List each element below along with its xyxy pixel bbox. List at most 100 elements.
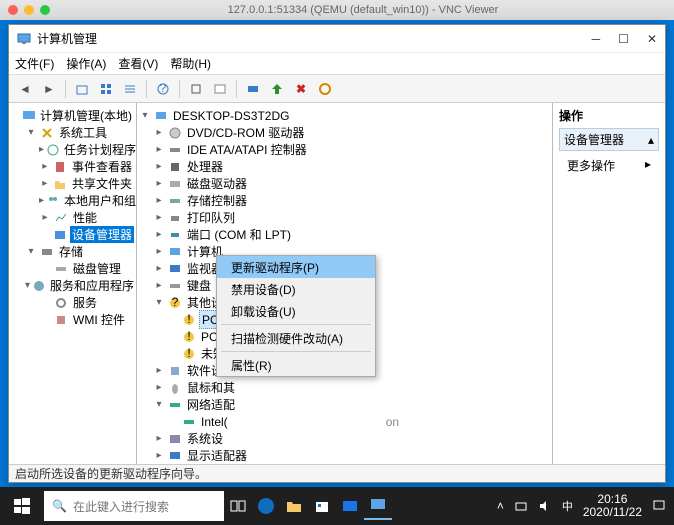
- close-icon[interactable]: [8, 5, 18, 15]
- windows-logo-icon: [14, 498, 30, 514]
- forward-button[interactable]: ►: [39, 79, 59, 99]
- vnc-titlebar: 127.0.0.1:51334 (QEMU (default_win10)) -…: [0, 0, 674, 20]
- menu-uninstall-device[interactable]: 卸载设备(U): [217, 300, 375, 322]
- tree-task-scheduler[interactable]: 任务计划程序: [62, 141, 137, 158]
- menu-file[interactable]: 文件(F): [15, 55, 54, 72]
- properties-button[interactable]: [210, 79, 230, 99]
- svg-text:!: !: [187, 347, 190, 360]
- actions-section[interactable]: 设备管理器▴: [559, 128, 659, 151]
- menu-action[interactable]: 操作(A): [66, 55, 106, 72]
- tree-performance[interactable]: 性能: [71, 209, 99, 226]
- cpu-icon: [167, 159, 183, 175]
- more-actions[interactable]: 更多操作▸: [559, 155, 659, 176]
- maximize-button[interactable]: ☐: [618, 32, 629, 46]
- up-button[interactable]: [72, 79, 92, 99]
- tree-disk-management[interactable]: 磁盘管理: [71, 260, 123, 277]
- device-keyboard[interactable]: 键盘: [185, 277, 213, 294]
- device-dvd[interactable]: DVD/CD-ROM 驱动器: [185, 124, 306, 141]
- zoom-icon[interactable]: [40, 5, 50, 15]
- collapse-icon[interactable]: ▴: [648, 133, 654, 147]
- menu-properties[interactable]: 属性(R): [217, 354, 375, 376]
- uninstall-button[interactable]: ✖: [291, 79, 311, 99]
- folder-icon: [53, 176, 68, 192]
- menu-update-driver[interactable]: 更新驱动程序(P): [217, 256, 375, 278]
- tray-chevron-icon[interactable]: ˄: [497, 499, 504, 513]
- volume-icon[interactable]: [538, 499, 552, 513]
- unknown-device-icon: !: [181, 346, 197, 362]
- tree-event-viewer[interactable]: 事件查看器: [70, 158, 134, 175]
- unknown-device-icon: !: [181, 329, 197, 345]
- list-button[interactable]: [120, 79, 140, 99]
- menu-scan-hardware[interactable]: 扫描检测硬件改动(A): [217, 327, 375, 349]
- device-disk[interactable]: 磁盘驱动器: [185, 175, 249, 192]
- clock[interactable]: 20:16 2020/11/22: [583, 493, 642, 519]
- task-view-button[interactable]: [224, 492, 252, 520]
- software-icon: [167, 363, 183, 379]
- device-mouse[interactable]: 鼠标和其: [185, 379, 237, 396]
- tree-storage[interactable]: 存储: [57, 243, 85, 260]
- menu-disable-device[interactable]: 禁用设备(D): [217, 278, 375, 300]
- taskbar-search[interactable]: 🔍 在此键入进行搜索: [44, 491, 224, 521]
- minimize-button[interactable]: ─: [592, 32, 601, 46]
- tree-services[interactable]: 服务: [71, 294, 99, 311]
- disk-icon: [53, 261, 69, 277]
- gear-icon: [53, 295, 69, 311]
- device-icon: [53, 227, 68, 243]
- traffic-lights: [8, 5, 50, 15]
- device-cpu[interactable]: 处理器: [185, 158, 225, 175]
- device-storage-ctrl[interactable]: 存储控制器: [185, 192, 249, 209]
- mail-icon[interactable]: [336, 492, 364, 520]
- keyboard-icon: [167, 278, 183, 294]
- refresh-button[interactable]: [186, 79, 206, 99]
- notifications-icon[interactable]: [652, 499, 666, 513]
- users-icon: [46, 193, 60, 209]
- tree-device-manager[interactable]: 设备管理器: [70, 226, 134, 243]
- tree-root[interactable]: 计算机管理(本地): [38, 107, 134, 124]
- device-print-queue[interactable]: 打印队列: [185, 209, 237, 226]
- back-button[interactable]: ◄: [15, 79, 35, 99]
- scan-button[interactable]: [243, 79, 263, 99]
- device-network[interactable]: 网络适配: [185, 396, 237, 413]
- app-icon: [17, 32, 31, 46]
- view-button[interactable]: [96, 79, 116, 99]
- port-icon: [167, 227, 183, 243]
- taskbar: 🔍 在此键入进行搜索 ˄ 中 20:16 2020/11/22: [0, 487, 674, 525]
- pc-icon: [153, 108, 169, 124]
- device-display[interactable]: 显示适配器: [185, 447, 249, 464]
- start-button[interactable]: [0, 487, 44, 525]
- store-icon[interactable]: [308, 492, 336, 520]
- update-driver-button[interactable]: [267, 79, 287, 99]
- menu-help[interactable]: 帮助(H): [170, 55, 211, 72]
- left-tree[interactable]: 计算机管理(本地) ▾系统工具 ▸任务计划程序 ▸事件查看器 ▸共享文件夹 ▸本…: [9, 103, 137, 464]
- monitor-icon: [167, 261, 183, 277]
- tree-services-apps[interactable]: 服务和应用程序: [48, 277, 136, 294]
- tree-shared-folders[interactable]: 共享文件夹: [70, 175, 134, 192]
- help-button[interactable]: ?: [153, 79, 173, 99]
- close-button[interactable]: ✕: [647, 32, 657, 46]
- chevron-right-icon: ▸: [645, 157, 651, 174]
- truncated-text: on: [386, 415, 399, 429]
- menu-view[interactable]: 查看(V): [118, 55, 158, 72]
- device-root[interactable]: DESKTOP-DS3T2DG: [171, 109, 291, 123]
- device-ports[interactable]: 端口 (COM 和 LPT): [185, 226, 293, 243]
- network-tray-icon[interactable]: [514, 499, 528, 513]
- edge-icon[interactable]: [252, 492, 280, 520]
- tree-wmi[interactable]: WMI 控件: [71, 311, 127, 328]
- app-running-icon[interactable]: [364, 492, 392, 520]
- search-icon: 🔍: [52, 499, 67, 513]
- window-titlebar[interactable]: 计算机管理 ─ ☐ ✕: [9, 25, 665, 53]
- wmi-icon: [53, 312, 69, 328]
- storage-ctrl-icon: [167, 193, 183, 209]
- explorer-icon[interactable]: [280, 492, 308, 520]
- book-icon: [53, 159, 68, 175]
- tree-system-tools[interactable]: 系统工具: [57, 124, 109, 141]
- device-ide[interactable]: IDE ATA/ATAPI 控制器: [185, 141, 309, 158]
- device-intel-nic[interactable]: Intel(: [199, 415, 230, 429]
- disable-button[interactable]: [315, 79, 335, 99]
- desktop: 计算机管理 ─ ☐ ✕ 文件(F) 操作(A) 查看(V) 帮助(H) ◄ ► …: [0, 20, 674, 487]
- device-system[interactable]: 系统设: [185, 430, 225, 447]
- ime-icon[interactable]: 中: [562, 498, 573, 514]
- tree-local-users[interactable]: 本地用户和组: [62, 192, 137, 209]
- minimize-icon[interactable]: [24, 5, 34, 15]
- status-text: 启动所选设备的更新驱动程序向导。: [15, 465, 207, 482]
